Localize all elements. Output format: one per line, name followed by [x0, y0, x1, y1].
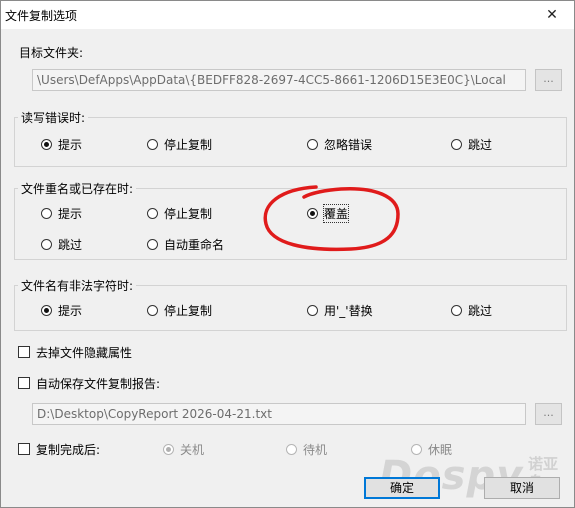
illegal-radio-prompt[interactable]: 提示 [41, 302, 82, 318]
rw-error-radio-stop[interactable]: 停止复制 [147, 136, 212, 152]
radio-dot-icon [41, 238, 52, 250]
illegal-radio-skip[interactable]: 跳过 [451, 302, 492, 318]
after-copy-radio-standby[interactable]: 待机 [286, 441, 327, 457]
target-folder-input[interactable]: \Users\DefApps\AppData\{BEDFF828-2697-4C… [32, 69, 526, 91]
checkbox-label: 去掉文件隐藏属性 [36, 345, 133, 360]
checkbox-box-icon [18, 377, 30, 389]
rw-error-title: 读写错误时: [18, 109, 89, 126]
radio-dot-icon [307, 138, 318, 150]
radio-label: 待机 [303, 442, 328, 457]
checkbox-label: 自动保存文件复制报告: [36, 376, 161, 391]
radio-dot-icon [451, 304, 462, 316]
illegal-chars-title: 文件名有非法字符时: [18, 277, 137, 294]
rename-exists-title: 文件重名或已存在时: [18, 180, 137, 197]
radio-label: 停止复制 [164, 137, 213, 152]
radio-label: 停止复制 [164, 303, 213, 318]
radio-dot-icon [147, 207, 158, 219]
auto-save-report-checkbox[interactable]: 自动保存文件复制报告: [18, 375, 160, 391]
report-path-browse-button[interactable]: ... [535, 403, 562, 425]
radio-dot-icon [41, 304, 52, 316]
radio-label: 提示 [58, 137, 83, 152]
radio-dot-icon [147, 138, 158, 150]
radio-label: 自动重命名 [164, 237, 225, 252]
radio-dot-icon [147, 238, 158, 250]
report-path-input[interactable]: D:\Desktop\CopyReport 2026-04-21.txt [32, 403, 526, 425]
checkbox-box-icon [18, 443, 30, 455]
rename-radio-stop[interactable]: 停止复制 [147, 205, 212, 221]
rw-error-radio-ignore[interactable]: 忽略错误 [307, 136, 372, 152]
window-title: 文件复制选项 [5, 9, 78, 23]
title-bar[interactable]: 文件复制选项 ✕ [1, 1, 574, 29]
radio-dot-icon [147, 304, 158, 316]
target-folder-browse-button[interactable]: ... [535, 69, 562, 91]
rename-radio-prompt[interactable]: 提示 [41, 205, 82, 221]
radio-label: 提示 [58, 303, 83, 318]
radio-dot-icon [286, 443, 297, 455]
radio-label: 跳过 [468, 303, 493, 318]
after-copy-radio-shutdown[interactable]: 关机 [163, 441, 204, 457]
radio-dot-icon [307, 304, 318, 316]
target-folder-label: 目标文件夹: [19, 46, 84, 60]
radio-label: 停止复制 [164, 206, 213, 221]
radio-label: 关机 [180, 442, 205, 457]
radio-label: 跳过 [468, 137, 493, 152]
cancel-button[interactable]: 取消 [484, 477, 560, 499]
radio-dot-icon [41, 207, 52, 219]
radio-label: 忽略错误 [324, 137, 373, 152]
remove-hidden-checkbox[interactable]: 去掉文件隐藏属性 [18, 344, 132, 360]
ok-button[interactable]: 确定 [364, 477, 440, 499]
illegal-radio-stop[interactable]: 停止复制 [147, 302, 212, 318]
rw-error-radio-prompt[interactable]: 提示 [41, 136, 82, 152]
radio-label: 用'_'替换 [324, 303, 373, 318]
radio-dot-icon [451, 138, 462, 150]
rename-radio-auto-rename[interactable]: 自动重命名 [147, 236, 224, 252]
close-icon[interactable]: ✕ [542, 5, 562, 25]
after-copy-checkbox[interactable]: 复制完成后: [18, 441, 100, 457]
radio-label: 跳过 [58, 237, 83, 252]
radio-dot-icon [163, 443, 174, 455]
dialog-window: 文件复制选项 ✕ 目标文件夹: \Users\DefApps\AppData\{… [0, 0, 575, 508]
rw-error-radio-skip[interactable]: 跳过 [451, 136, 492, 152]
rename-radio-skip[interactable]: 跳过 [41, 236, 82, 252]
radio-dot-icon [41, 138, 52, 150]
radio-label: 提示 [58, 206, 83, 221]
checkbox-box-icon [18, 346, 30, 358]
checkbox-label: 复制完成后: [36, 442, 101, 457]
illegal-radio-replace[interactable]: 用'_'替换 [307, 302, 373, 318]
red-circle-annotation [263, 185, 400, 252]
